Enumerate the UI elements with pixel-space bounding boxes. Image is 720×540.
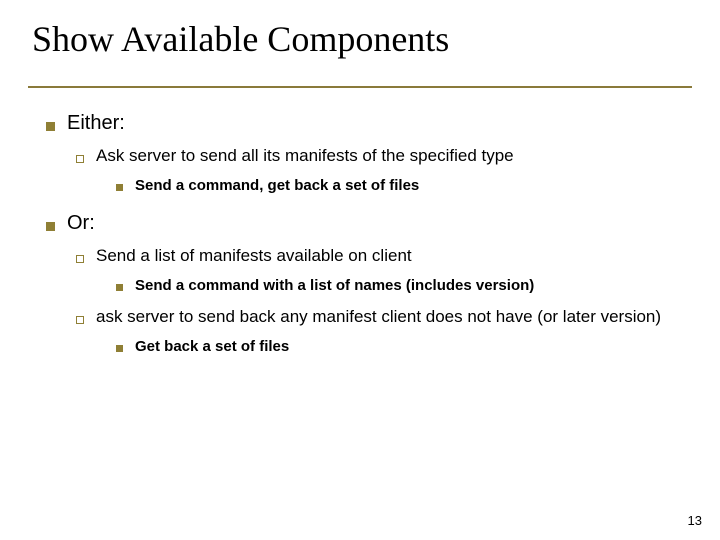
list-item: Ask server to send all its manifests of … [76,145,692,196]
list-item: Send a command with a list of names (inc… [116,276,692,296]
list-item: Either: Ask server to send all its manif… [46,112,692,196]
list-item: Get back a set of files [116,337,692,357]
bullet-text: Send a command, get back a set of files [135,176,419,196]
square-small-bullet-icon [116,345,123,352]
bullet-text: ask server to send back any manifest cli… [96,306,661,329]
square-bullet-icon [46,122,55,131]
list-item: ask server to send back any manifest cli… [76,306,692,357]
list-item: Send a list of manifests available on cl… [76,245,692,296]
slide: Show Available Components Either: Ask se… [0,0,720,540]
square-outline-bullet-icon [76,155,84,163]
square-bullet-icon [46,222,55,231]
bullet-text: Either: [67,112,125,135]
bullet-text: Ask server to send all its manifests of … [96,145,514,168]
title-underline: Show Available Components [28,18,692,88]
list-item: Send a command, get back a set of files [116,176,692,196]
bullet-text: Send a command with a list of names (inc… [135,276,534,296]
square-small-bullet-icon [116,284,123,291]
bullet-text: Get back a set of files [135,337,289,357]
square-outline-bullet-icon [76,316,84,324]
bullet-text: Or: [67,212,95,235]
list-item: Or: Send a list of manifests available o… [46,212,692,357]
page-number: 13 [688,513,702,528]
slide-title: Show Available Components [32,18,692,66]
square-small-bullet-icon [116,184,123,191]
square-outline-bullet-icon [76,255,84,263]
slide-content: Either: Ask server to send all its manif… [28,112,692,358]
bullet-text: Send a list of manifests available on cl… [96,245,412,268]
